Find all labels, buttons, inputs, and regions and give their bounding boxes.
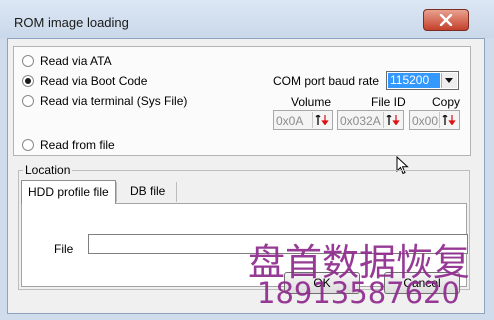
volume-stepper[interactable] <box>312 112 331 128</box>
copy-label: Copy <box>432 95 461 109</box>
copy-stepper[interactable] <box>439 112 458 128</box>
file-id-stepper[interactable] <box>383 112 402 128</box>
tab-hdd-profile-file[interactable]: HDD profile file <box>21 180 116 204</box>
tab-db-file[interactable]: DB file <box>124 180 171 204</box>
radio-label: Read from file <box>40 138 115 152</box>
file-id-field[interactable]: 0x032A <box>337 110 404 130</box>
radio-read-via-terminal[interactable]: Read via terminal (Sys File) <box>22 94 187 108</box>
close-button[interactable] <box>423 9 469 31</box>
chevron-down-icon <box>445 78 453 83</box>
cancel-button-label: Cancel <box>403 276 441 290</box>
tab-label: HDD profile file <box>28 185 109 199</box>
radio-indicator <box>22 75 34 87</box>
copy-field[interactable]: 0x00 <box>409 110 460 130</box>
file-path-input[interactable] <box>88 234 468 254</box>
tab-divider <box>176 182 177 202</box>
radio-indicator <box>22 139 34 151</box>
volume-label: Volume <box>291 95 332 109</box>
copy-value: 0x00 <box>412 114 439 128</box>
radio-indicator <box>22 95 34 107</box>
volume-field[interactable]: 0x0A <box>273 110 333 130</box>
baud-rate-value: 115200 <box>388 73 440 88</box>
up-down-arrows-icon <box>442 115 456 125</box>
volume-value: 0x0A <box>276 114 304 128</box>
baud-rate-label: COM port baud rate <box>273 74 380 88</box>
radio-read-via-boot-code[interactable]: Read via Boot Code <box>22 74 147 88</box>
radio-label: Read via terminal (Sys File) <box>40 94 188 108</box>
radio-indicator <box>22 55 34 67</box>
radio-read-from-file[interactable]: Read from file <box>22 138 115 152</box>
close-icon <box>439 14 453 26</box>
cancel-button[interactable]: Cancel <box>384 272 460 294</box>
dropdown-button[interactable] <box>441 73 457 88</box>
title-bar: ROM image loading <box>0 0 494 38</box>
window-title: ROM image loading <box>14 15 129 30</box>
radio-label: Read via Boot Code <box>40 74 148 88</box>
dialog-window: ROM image loading Read via ATA Read via … <box>0 0 494 320</box>
file-id-label: File ID <box>371 95 406 109</box>
up-down-arrows-icon <box>315 115 329 125</box>
tab-divider <box>116 182 117 202</box>
up-down-arrows-icon <box>386 115 400 125</box>
ok-button[interactable]: OK <box>284 272 360 294</box>
file-id-value: 0x032A <box>340 114 381 128</box>
location-legend: Location <box>23 163 73 177</box>
radio-label: Read via ATA <box>40 54 112 68</box>
tab-label: DB file <box>130 184 166 198</box>
radio-read-via-ata[interactable]: Read via ATA <box>22 54 112 68</box>
file-label: File <box>54 242 74 256</box>
baud-rate-select[interactable]: 115200 <box>386 71 459 90</box>
ok-button-label: OK <box>313 276 331 290</box>
